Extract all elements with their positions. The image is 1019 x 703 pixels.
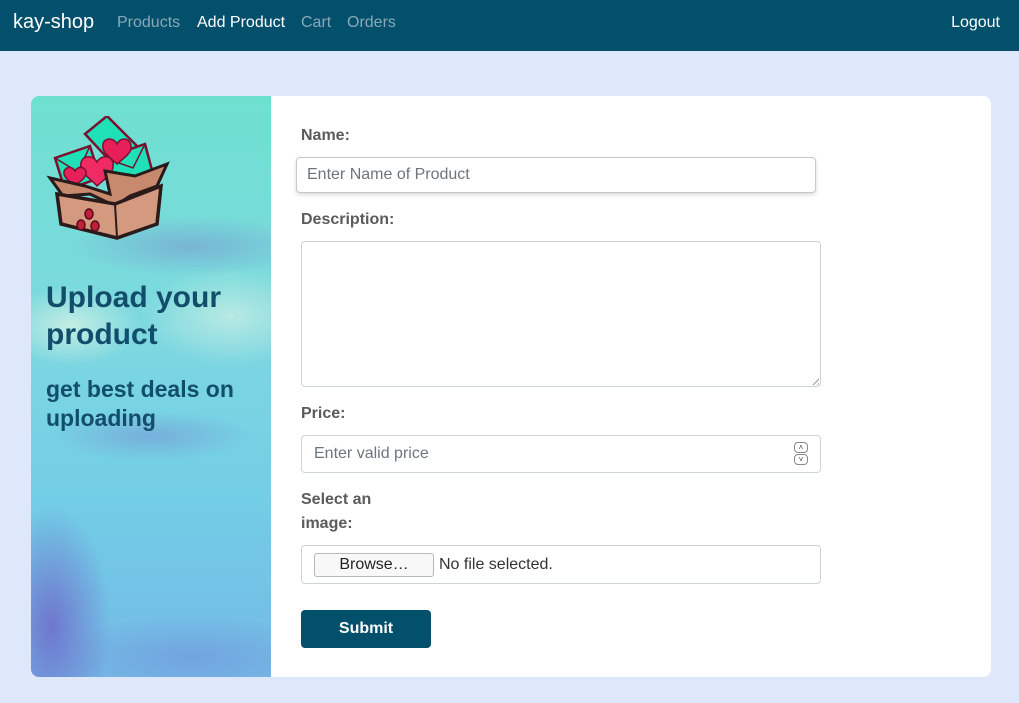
name-label: Name:	[301, 127, 350, 144]
resize-handle-icon[interactable]	[810, 376, 819, 385]
nav-link-cart[interactable]: Cart	[301, 14, 331, 32]
image-label: Select an image:	[301, 491, 372, 532]
price-label: Price:	[301, 405, 346, 422]
add-product-card: Upload your product get best deals on up…	[31, 96, 991, 677]
browse-button[interactable]: Browse…	[314, 552, 434, 577]
description-textarea[interactable]	[301, 241, 821, 387]
image-file-input[interactable]: Browse… No file selected.	[301, 545, 821, 584]
box-with-letters-icon	[46, 116, 170, 240]
nav-link-products[interactable]: Products	[117, 14, 180, 32]
submit-button[interactable]: Submit	[301, 610, 431, 648]
price-spinner: ˄ ˅	[794, 442, 808, 466]
increment-chevron-up-icon[interactable]: ˄	[794, 442, 808, 453]
price-placeholder: Enter valid price	[314, 445, 429, 462]
navbar: kay-shop Products Add Product Cart Order…	[0, 0, 1019, 51]
logout-link[interactable]: Logout	[951, 14, 1000, 32]
side-panel-title: Upload your product	[46, 281, 222, 351]
price-input[interactable]: Enter valid price ˄ ˅	[301, 435, 821, 473]
nav-link-orders[interactable]: Orders	[347, 14, 396, 32]
product-name-input[interactable]: Enter Name of Product	[296, 157, 816, 193]
description-label: Description:	[301, 211, 395, 228]
side-panel-subtitle: get best deals on uploading	[46, 376, 234, 431]
product-name-placeholder: Enter Name of Product	[307, 166, 470, 183]
brand-logo[interactable]: kay-shop	[13, 11, 94, 34]
nav-link-add-product[interactable]: Add Product	[197, 14, 285, 32]
file-status: No file selected.	[439, 555, 553, 573]
side-panel: Upload your product get best deals on up…	[31, 96, 271, 677]
decrement-chevron-down-icon[interactable]: ˅	[794, 454, 808, 465]
